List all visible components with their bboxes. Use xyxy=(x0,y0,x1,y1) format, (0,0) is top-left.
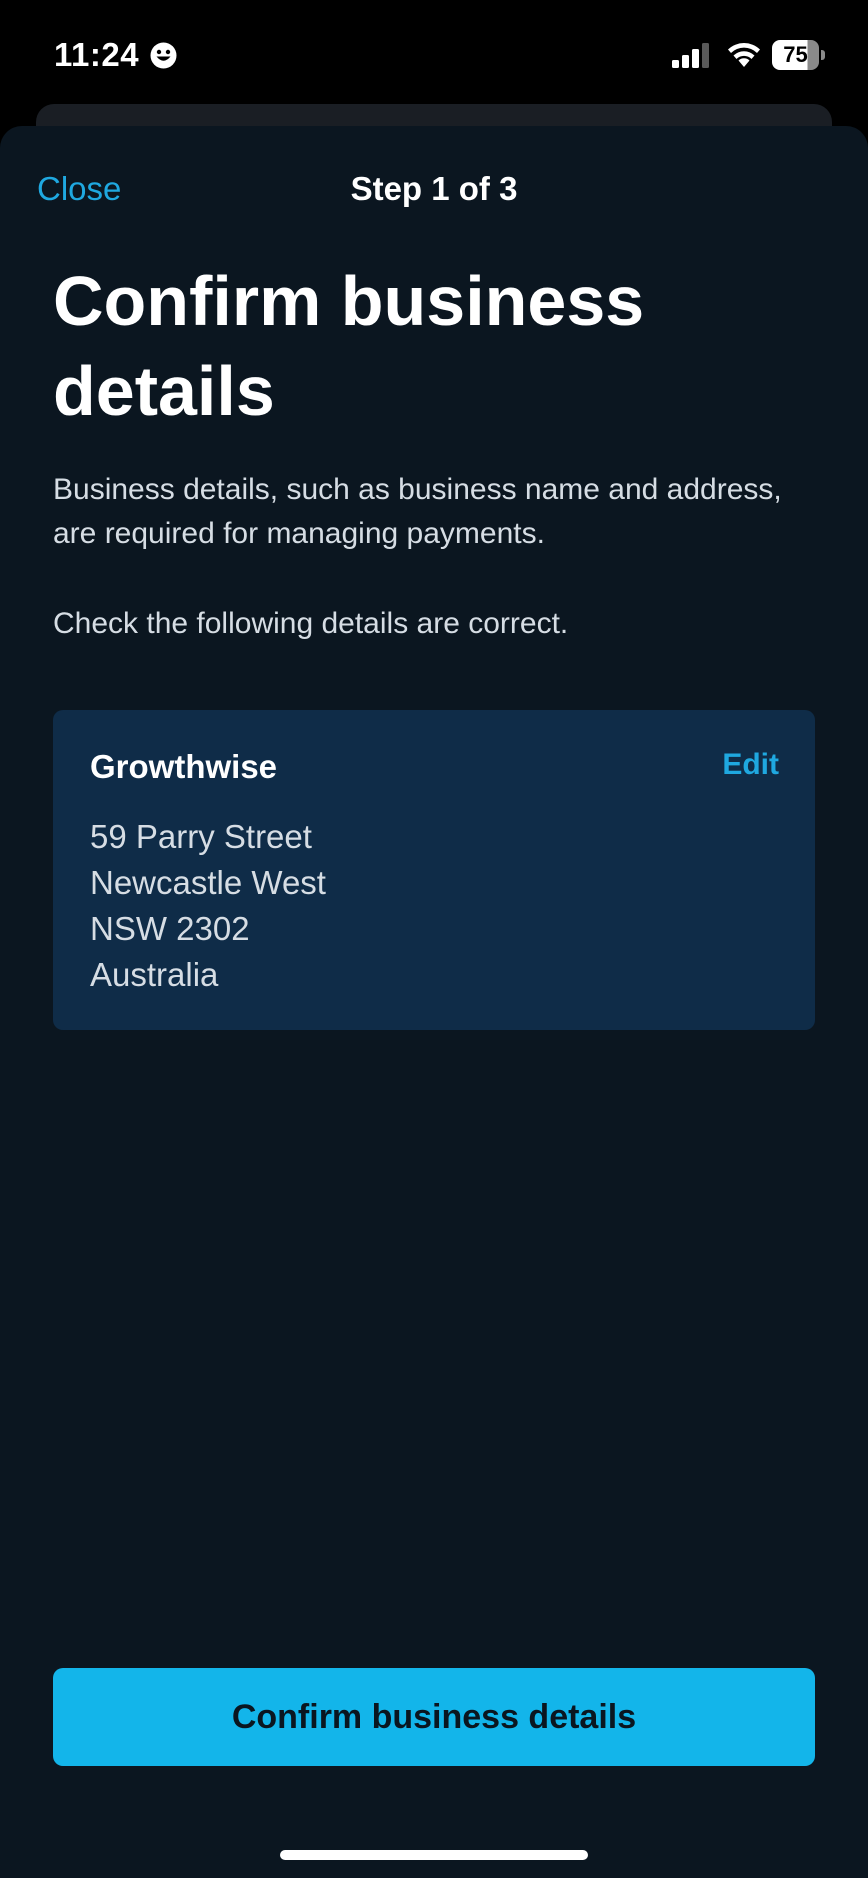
battery-icon: 75 xyxy=(772,40,826,70)
business-name: Growthwise xyxy=(90,748,278,785)
address-line-country: Australia xyxy=(90,956,219,993)
edit-button[interactable]: Edit xyxy=(722,748,779,782)
battery-level: 75 xyxy=(783,42,808,67)
page-title: Confirm business details xyxy=(53,262,645,430)
step-indicator: Step 1 of 3 xyxy=(350,170,518,207)
description-text: Business details, such as business name … xyxy=(53,473,782,550)
modal-sheet: Step 1 of 3 Close Confirm business detai… xyxy=(0,126,868,1878)
instruction-text: Check the following details are correct. xyxy=(53,607,569,640)
home-indicator[interactable] xyxy=(280,1850,588,1860)
cellular-signal-icon xyxy=(672,43,709,68)
status-bar: 11:24 75 xyxy=(0,0,868,105)
status-time: 11:24 xyxy=(54,36,140,73)
address-line-suburb: Newcastle West xyxy=(90,864,326,901)
screen: 11:24 75 Step 1 of 3 Close Confirm busin… xyxy=(0,0,868,1878)
battery-tip xyxy=(821,50,825,60)
confirm-business-details-button[interactable]: Confirm business details xyxy=(53,1668,815,1766)
smiley-face-icon xyxy=(150,42,177,69)
business-details-card: Growthwise Edit 59 Parry Street Newcastl… xyxy=(53,710,815,1030)
address-line-street: 59 Parry Street xyxy=(90,818,312,855)
address-line-state-postcode: NSW 2302 xyxy=(90,910,250,947)
wifi-icon xyxy=(728,43,760,67)
business-address: 59 Parry Street Newcastle West NSW 2302 … xyxy=(90,814,326,998)
close-button[interactable]: Close xyxy=(37,170,121,208)
